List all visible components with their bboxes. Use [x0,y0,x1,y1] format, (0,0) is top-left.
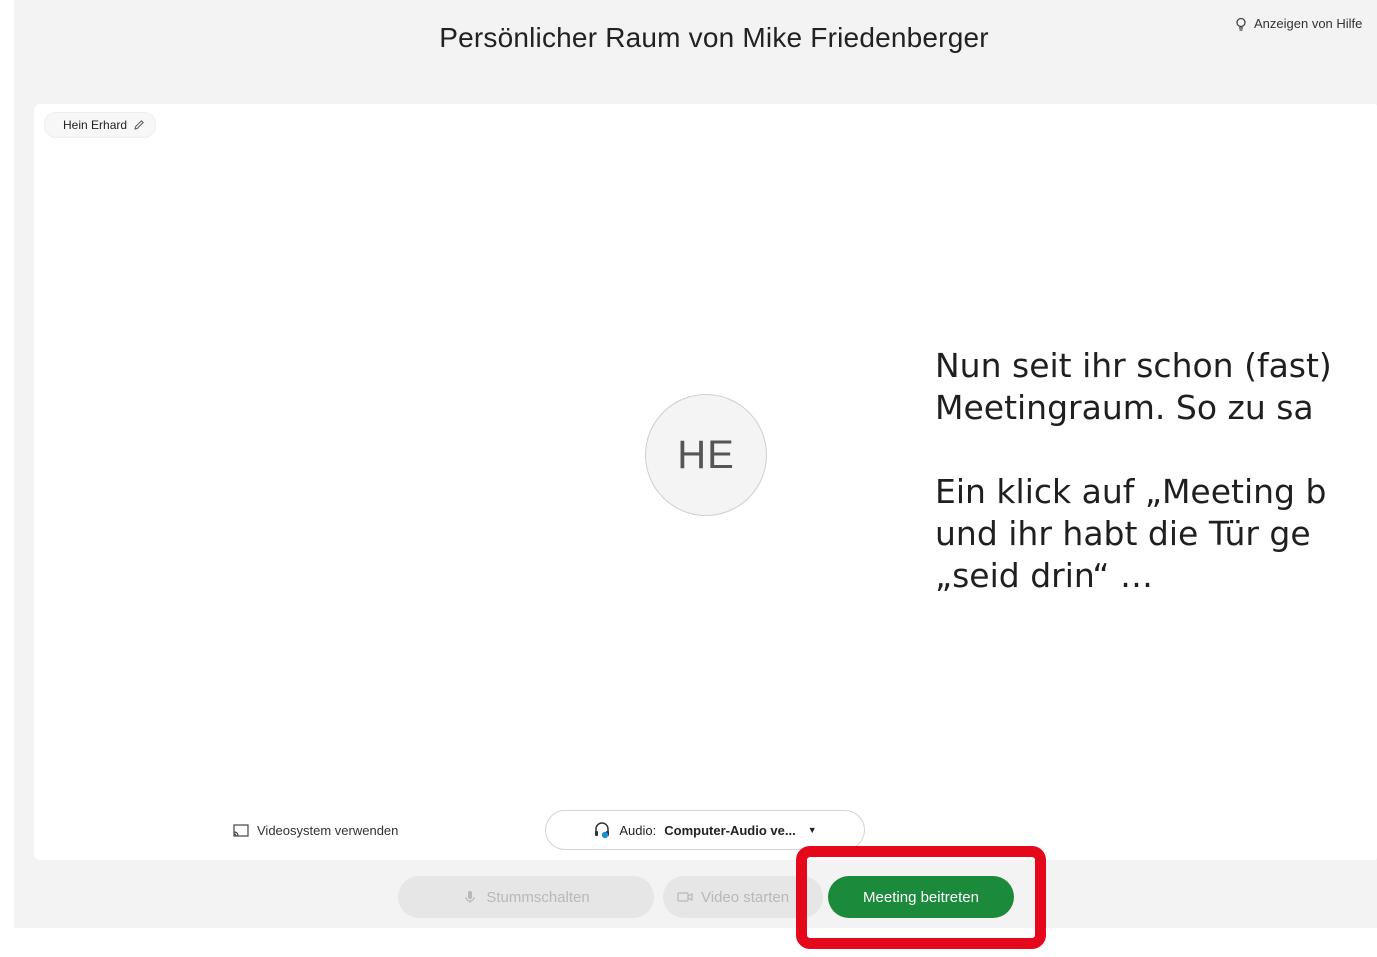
pencil-icon[interactable] [133,119,145,131]
avatar: HE [645,394,767,516]
annotation-line: Meetingraum. So zu sa [935,388,1314,427]
audio-value: Computer-Audio ve... [664,822,796,838]
participant-name-pill[interactable]: Hein Erhard [44,112,157,138]
page-title: Persönlicher Raum von Mike Friedenberger [439,22,989,53]
lightbulb-icon [1236,17,1246,31]
audio-select[interactable]: Audio: Computer-Audio ve... ▼ [545,810,865,850]
participant-name: Hein Erhard [63,118,128,132]
start-video-label: Video starten [701,888,790,906]
chevron-down-icon: ▼ [807,825,817,835]
mute-button[interactable]: Stummschalten [398,876,654,918]
mute-label: Stummschalten [486,888,590,906]
video-system-label: Videosystem verwenden [257,823,399,838]
meeting-preview-window: Persönlicher Raum von Mike Friedenberger… [14,0,1377,928]
annotation-line: und ihr habt die Tür ge [935,514,1311,553]
video-system-button[interactable]: Videosystem verwenden [233,823,398,838]
highlight-frame [796,846,1046,949]
camera-icon [677,892,693,902]
annotation-line: „seid drin“ … [935,556,1153,595]
headset-icon [595,822,610,839]
annotation-line: Ein klick auf „Meeting b [935,472,1327,511]
help-link[interactable]: Anzeigen von Hilfe [1234,16,1362,31]
microphone-icon [465,891,475,903]
help-link-label: Anzeigen von Hilfe [1254,16,1363,31]
annotation-line: Nun seit ihr schon (fast) [935,346,1332,385]
tutorial-annotation: Nun seit ihr schon (fast) Meetingraum. S… [935,345,1377,597]
cast-icon [233,823,249,837]
audio-prefix: Audio: [619,822,657,838]
